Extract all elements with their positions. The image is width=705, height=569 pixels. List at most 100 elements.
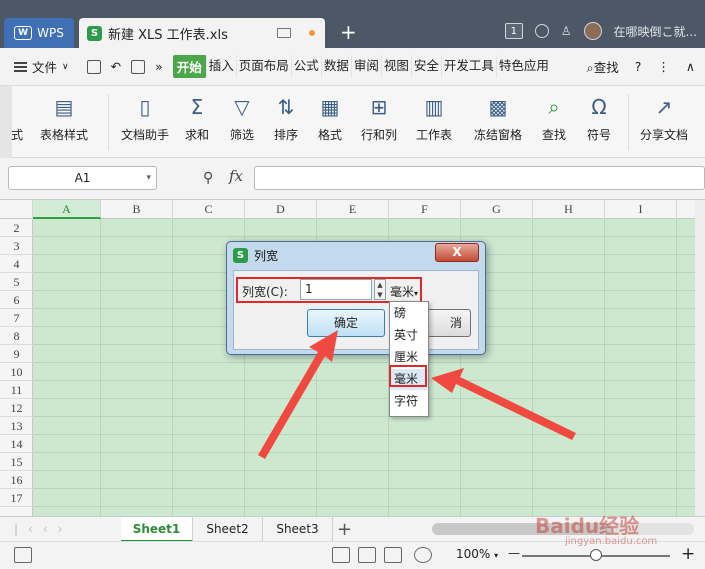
row-header[interactable]: 7 [0,309,33,327]
sheet-tab-1[interactable]: Sheet1 [121,517,193,542]
shirt-icon[interactable]: ♙ [561,24,572,38]
row-header[interactable]: 16 [0,471,33,489]
new-tab-button[interactable]: + [340,22,357,42]
row-header[interactable]: 11 [0,381,33,399]
doc-assistant-icon: ▯ [139,95,151,119]
name-box[interactable]: A1 ▾ [8,166,157,190]
monitor-icon[interactable] [277,28,291,38]
zoom-level[interactable]: 100% ▾ [456,547,498,561]
menu-insert[interactable]: 插入 [207,55,237,78]
unit-option[interactable]: 英寸 [390,325,428,346]
menu-page-layout[interactable]: 页面布局 [237,55,292,78]
zoom-slider-handle[interactable] [590,549,602,561]
zoom-formula-icon[interactable]: ⚲ [203,170,213,186]
dialog-title: 列宽 [254,249,279,263]
row-header[interactable]: 13 [0,417,33,435]
menu-start[interactable]: 开始 [172,55,207,78]
zoom-in-button[interactable]: + [681,544,695,564]
row-header[interactable]: 8 [0,327,33,345]
file-menu[interactable]: 文件 ∨ [14,57,69,76]
row-header[interactable]: 9 [0,345,33,363]
unit-option[interactable]: 磅 [390,303,428,324]
row-header[interactable]: 2 [0,219,33,237]
ribbon-row-col[interactable]: ⊞ 行和列 [361,94,397,143]
ribbon-symbol[interactable]: Ω 符号 [586,94,612,143]
column-header[interactable]: A [33,200,101,219]
ribbon-sum[interactable]: Σ 求和 [184,94,210,143]
ribbon-table-style[interactable]: ▤ 表格样式 [40,94,88,143]
unit-option[interactable]: 字符 [390,391,428,412]
row-header[interactable]: 17 [0,489,33,507]
sheet-tab-3[interactable]: Sheet3 [263,517,333,542]
menu-developer[interactable]: 开发工具 [442,55,497,78]
ribbon-label: 符号 [586,128,611,142]
fx-icon[interactable]: fx [229,167,243,185]
column-header[interactable]: I [605,200,677,219]
ribbon-label: 表格样式 [40,128,89,142]
row-header[interactable]: 5 [0,273,33,291]
menu-view[interactable]: 视图 [382,55,412,78]
ribbon-doc-assistant[interactable]: ▯ 文档助手 [121,94,169,143]
ribbon-find[interactable]: ⌕ 查找 [541,94,567,143]
chevron-down-icon[interactable]: ▾ [146,167,151,189]
user-name[interactable]: 在哪映倒こ就... [614,23,697,40]
more-icon[interactable]: » [155,59,163,74]
ribbon-format[interactable]: ▦ 格式 [317,94,343,143]
menu-review[interactable]: 审阅 [352,55,382,78]
column-header[interactable]: B [101,200,173,219]
row-header[interactable]: 12 [0,399,33,417]
window-count-badge[interactable]: 1 [504,23,523,39]
formula-bar: A1 ▾ ⚲ fx [0,158,705,200]
grid-line [532,219,533,516]
row-header[interactable]: 6 [0,291,33,309]
menu-formula[interactable]: 公式 [292,55,322,78]
grid-line [172,219,173,516]
eye-protection-icon[interactable] [414,547,432,563]
ribbon-sort[interactable]: ⇅ 排序 [273,94,299,143]
macro-icon[interactable] [14,547,32,563]
row-header[interactable]: 4 [0,255,33,273]
ok-button[interactable]: 确定 [307,309,385,337]
column-header[interactable]: E [317,200,389,219]
collapse-ribbon-icon[interactable]: ∧ [686,59,695,74]
row-header[interactable]: 14 [0,435,33,453]
formula-input[interactable] [254,166,705,190]
print-icon[interactable] [131,59,146,74]
ribbon-style[interactable]: 式 [4,94,30,143]
vertical-scrollbar[interactable] [695,200,705,516]
row-header[interactable]: 3 [0,237,33,255]
dialog-title-bar: S 列宽 [233,247,278,264]
zoom-out-button[interactable]: — [508,546,520,560]
undo-icon[interactable]: ↶ [111,59,121,74]
column-header[interactable]: D [245,200,317,219]
sheet-tab-2[interactable]: Sheet2 [193,517,263,542]
row-header[interactable]: 10 [0,363,33,381]
column-header[interactable]: F [389,200,461,219]
search-button[interactable]: ⌕查找 [587,57,619,76]
save-icon[interactable] [86,59,101,74]
more-dots-icon[interactable]: ⋮ [657,59,670,74]
page-layout-icon[interactable] [384,547,402,563]
column-header[interactable]: G [461,200,533,219]
normal-view-icon[interactable] [332,547,350,563]
add-sheet-button[interactable]: + [337,517,352,542]
document-tab[interactable]: S 新建 XLS 工作表.xls [79,18,325,48]
sheet-nav-arrows[interactable]: |‹‹› [14,522,72,536]
row-header[interactable]: 15 [0,453,33,471]
ribbon-share[interactable]: ↗ 分享文档 [640,94,688,143]
wps-home-tab[interactable]: W WPS [4,18,74,48]
ribbon-worksheet[interactable]: ▥ 工作表 [416,94,452,143]
cloud-icon[interactable] [534,24,549,38]
close-button[interactable]: X [435,243,479,262]
column-header[interactable]: H [533,200,605,219]
avatar[interactable] [583,22,602,40]
menu-features[interactable]: 特色应用 [497,55,551,78]
ribbon-freeze[interactable]: ▩ 冻结窗格 [474,94,522,143]
menu-data[interactable]: 数据 [322,55,352,78]
column-header[interactable]: C [173,200,245,219]
ribbon-filter[interactable]: ▽ 筛选 [229,94,255,143]
menu-security[interactable]: 安全 [412,55,442,78]
page-break-icon[interactable] [358,547,376,563]
help-button[interactable]: ? [635,59,642,74]
corner-cell[interactable] [0,200,33,219]
